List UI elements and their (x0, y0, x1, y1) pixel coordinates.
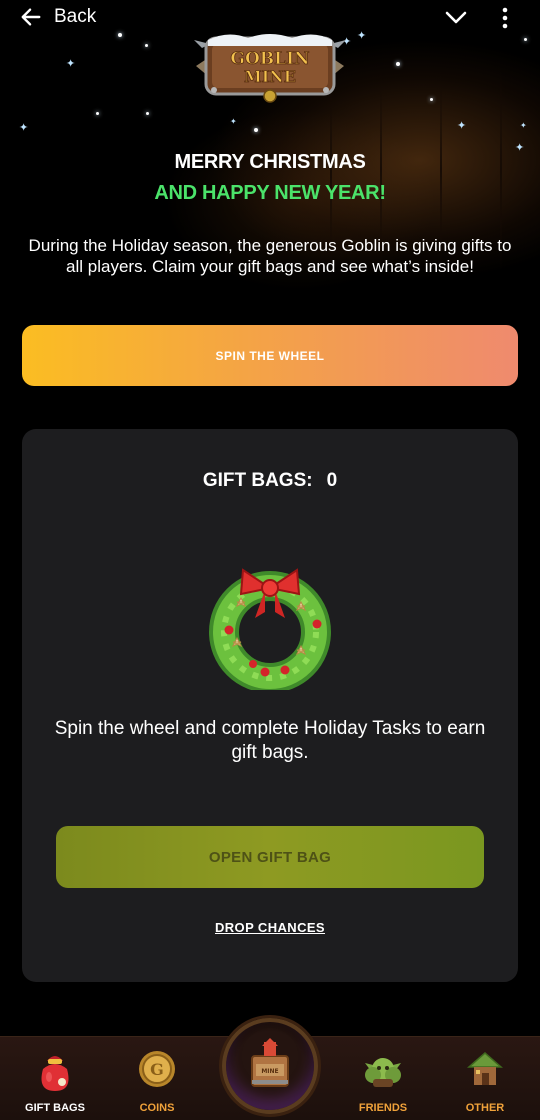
greeting-subtitle: AND HAPPY NEW YEAR! (154, 182, 386, 204)
goblin-mine-logo: GOBLIN MINE (194, 34, 346, 103)
gift-bags-label: GIFT BAGS: (202, 470, 313, 491)
star-icon (254, 128, 258, 132)
spin-wheel-button[interactable]: SPIN THE WHEEL (22, 325, 518, 386)
mine-center-button[interactable]: MINE (222, 1018, 318, 1114)
back-label: Back (54, 6, 97, 27)
greeting-title: MERRY CHRISTMAS (174, 151, 366, 173)
nav-label-coins: COINS (139, 1102, 175, 1114)
nav-label-friends: FRIENDS (358, 1102, 408, 1114)
star-icon (145, 44, 148, 47)
coin-icon: G (139, 1051, 175, 1087)
svg-text:MINE: MINE (244, 67, 296, 86)
star-icon (396, 62, 400, 66)
back-button[interactable]: Back (20, 6, 96, 28)
nav-item-coins[interactable]: G COINS (107, 1037, 207, 1120)
star-icon (146, 112, 149, 115)
open-gift-bag-button[interactable]: OPEN GIFT BAG (56, 826, 484, 888)
gift-bag-icon (41, 1056, 69, 1091)
spin-wheel-label: SPIN THE WHEEL (215, 348, 325, 363)
nav-item-other[interactable]: OTHER (435, 1037, 535, 1120)
gift-bags-info: Spin the wheel and complete Holiday Task… (54, 718, 486, 763)
hut-icon (467, 1052, 503, 1085)
star-icon (96, 112, 99, 115)
snowflake-icon: ✦ (19, 121, 29, 134)
nav-item-friends[interactable]: FRIENDS (333, 1037, 433, 1120)
christmas-wreath-icon (209, 568, 331, 690)
chevron-down-icon[interactable] (444, 8, 468, 28)
goblin-friends-icon (365, 1058, 401, 1087)
nav-label-other: OTHER (465, 1102, 505, 1114)
snowflake-icon: ✦ (457, 119, 467, 132)
mine-crate-icon: MINE (251, 1038, 289, 1087)
snowflake-icon: ✦ (520, 121, 527, 130)
svg-text:GOBLIN: GOBLIN (230, 49, 309, 69)
nav-label-gift-bags: GIFT BAGS (25, 1102, 85, 1114)
drop-chances-link[interactable]: DROP CHANCES (0, 920, 540, 935)
gift-bags-counter: GIFT BAGS: 0 (0, 470, 540, 492)
star-icon (430, 98, 433, 101)
more-options-icon[interactable] (496, 6, 514, 30)
open-gift-bag-label: OPEN GIFT BAG (208, 848, 332, 866)
gift-bags-count: 0 (326, 470, 338, 491)
holiday-description: During the Holiday season, the generous … (28, 236, 512, 276)
snowflake-icon: ✦ (66, 57, 76, 70)
arrow-left-icon (21, 8, 41, 26)
svg-text:MINE: MINE (261, 1068, 278, 1075)
snowflake-icon: ✦ (230, 117, 237, 126)
nav-item-gift-bags[interactable]: GIFT BAGS (5, 1037, 105, 1120)
gift-bags-card (22, 429, 518, 982)
svg-text:G: G (150, 1060, 164, 1079)
